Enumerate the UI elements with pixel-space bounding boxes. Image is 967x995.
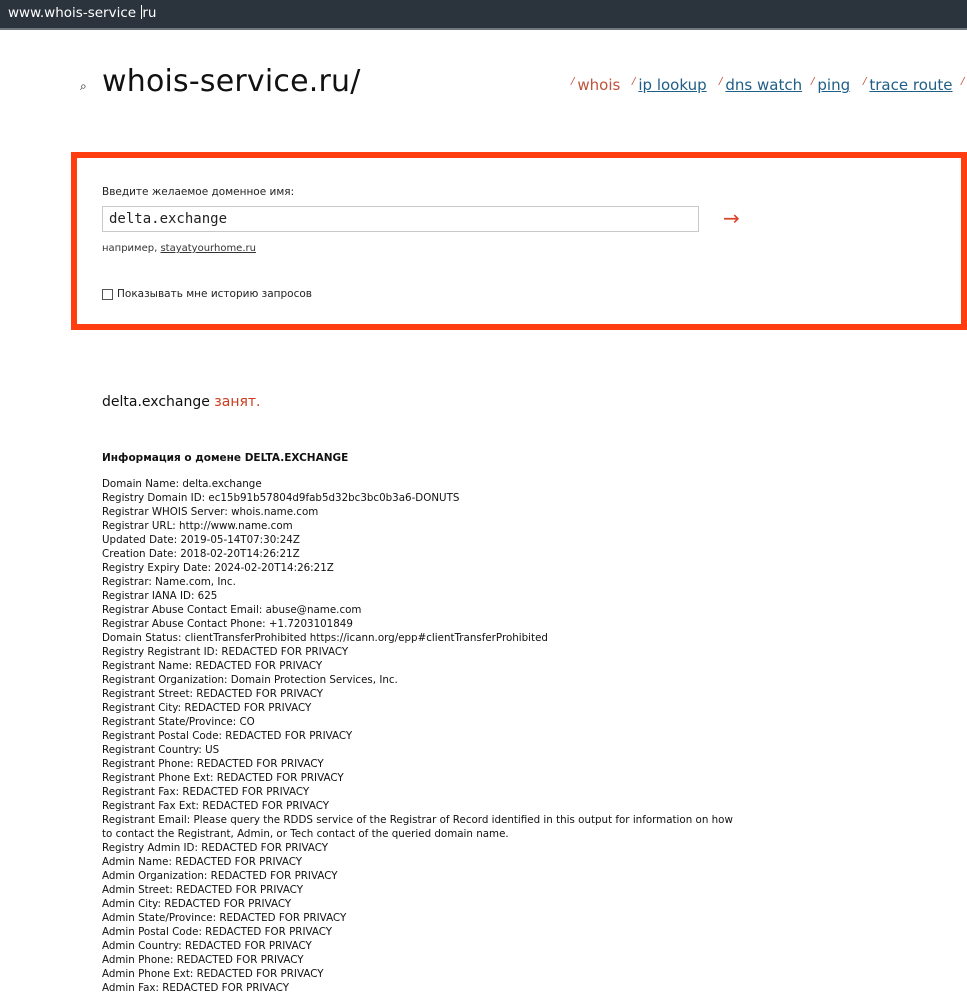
whois-line: Admin Fax: REDACTED FOR PRIVACY [102,982,290,994]
search-form: Введите желаемое доменное имя: delta.exc… [71,152,967,330]
whois-line: Domain Status: clientTransferProhibited … [102,632,548,644]
whois-line: Registry Admin ID: REDACTED FOR PRIVACY [102,842,329,854]
nav-link[interactable]: dns watch [725,76,802,94]
history-label: Показывать мне историю запросов [117,288,312,300]
nav-tick: / [863,76,867,87]
nav-item-more[interactable]: / [961,76,967,94]
whois-line: Creation Date: 2018-02-20T14:26:21Z [102,548,300,560]
address-bar[interactable]: www.whois-service ru [0,0,967,30]
whois-line: Updated Date: 2019-05-14T07:30:24Z [102,534,300,546]
whois-line: Admin Street: REDACTED FOR PRIVACY [102,884,303,896]
whois-line: Registrar IANA ID: 625 [102,590,218,602]
whois-line: Registrant Fax Ext: REDACTED FOR PRIVACY [102,800,330,812]
nav-link[interactable]: ip lookup [638,76,706,94]
whois-line: Registry Expiry Date: 2024-02-20T14:26:2… [102,562,334,574]
domain-label: Введите желаемое доменное имя: [102,186,295,198]
nav-item-dns-watch[interactable]: / dns watch [719,76,802,94]
status-badge: занят. [214,394,261,410]
whois-line: Registrant Name: REDACTED FOR PRIVACY [102,660,323,672]
url-text[interactable]: www.whois-service ru [8,5,156,21]
domain-input[interactable]: delta.exchange [102,206,699,232]
nav-item-ip-lookup[interactable]: / ip lookup [632,76,707,94]
whois-line: Admin State/Province: REDACTED FOR PRIVA… [102,912,347,924]
whois-line: Registrar URL: http://www.name.com [102,520,293,532]
nav-link[interactable]: trace route [869,76,952,94]
whois-line: Registrar Abuse Contact Phone: +1.720310… [102,618,353,630]
whois-line: Registrant State/Province: CO [102,716,255,728]
whois-line: Registrant Street: REDACTED FOR PRIVACY [102,688,324,700]
example-link[interactable]: stayatyourhome.ru [160,243,256,254]
whois-line: Registrant Phone Ext: REDACTED FOR PRIVA… [102,772,344,784]
whois-line: Registry Registrant ID: REDACTED FOR PRI… [102,646,349,658]
example-prefix: например, [102,243,161,254]
domain-status: delta.exchange занят. [102,394,261,410]
whois-line: Admin City: REDACTED FOR PRIVACY [102,898,292,910]
url-part-1: www.whois-service [8,5,141,21]
nav-link[interactable]: ping [817,76,850,94]
whois-line: Registry Domain ID: ec15b91b57804d9fab5d… [102,492,460,504]
nav-link[interactable]: whois [577,76,620,94]
whois-record: Domain Name: delta.exchange Registry Doma… [102,477,742,995]
whois-line: Registrant Email: Please query the RDDS … [102,814,733,840]
history-checkbox[interactable] [102,288,113,300]
nav-item-whois[interactable]: / whois [571,76,620,94]
whois-line: Admin Phone: REDACTED FOR PRIVACY [102,954,304,966]
nav-tick: / [961,76,965,87]
whois-line: Registrant Postal Code: REDACTED FOR PRI… [102,730,353,742]
nav-tick: / [811,76,815,87]
whois-line: Admin Organization: REDACTED FOR PRIVACY [102,870,338,882]
submit-arrow-icon[interactable]: → [723,208,740,228]
site-logo[interactable]: whois-service.ru/ [102,64,361,99]
url-part-2: ru [142,5,157,21]
nav-tick: / [571,76,575,87]
history-toggle[interactable]: Показывать мне историю запросов [102,288,312,300]
whois-line: Registrant Country: US [102,744,220,756]
whois-line: Registrar WHOIS Server: whois.name.com [102,506,319,518]
magnifier-icon: ⌕ [80,79,87,93]
whois-line: Registrant Fax: REDACTED FOR PRIVACY [102,786,310,798]
whois-line: Admin Country: REDACTED FOR PRIVACY [102,940,312,952]
whois-line: Admin Phone Ext: REDACTED FOR PRIVACY [102,968,324,980]
whois-line: Domain Name: delta.exchange [102,478,262,490]
nav-tick: / [719,76,723,87]
whois-line: Registrant Phone: REDACTED FOR PRIVACY [102,758,324,770]
example-hint: например, stayatyourhome.ru [102,243,256,254]
nav-tick: / [632,76,636,87]
result-domain: delta.exchange [102,394,210,410]
whois-line: Registrar: Name.com, Inc. [102,576,236,588]
whois-line: Registrant City: REDACTED FOR PRIVACY [102,702,312,714]
whois-line: Registrar Abuse Contact Email: abuse@nam… [102,604,362,616]
whois-line: Admin Name: REDACTED FOR PRIVACY [102,856,303,868]
whois-line: Admin Postal Code: REDACTED FOR PRIVACY [102,926,333,938]
nav-item-ping[interactable]: / ping [811,76,850,94]
info-title: Информация о домене DELTA.EXCHANGE [102,452,349,464]
whois-line: Registrant Organization: Domain Protecti… [102,674,398,686]
nav-item-trace-route[interactable]: / trace route [863,76,953,94]
